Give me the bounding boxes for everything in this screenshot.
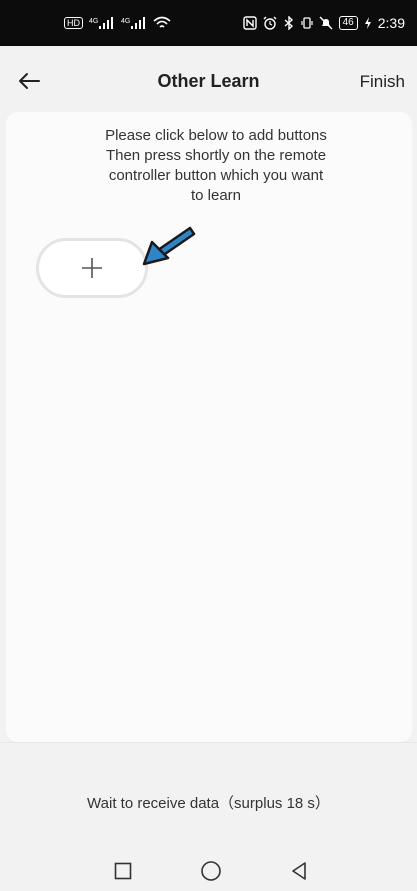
status-left: HD 4G 4G	[64, 13, 171, 33]
instruction-text: Please click below to add buttons Then p…	[66, 126, 366, 206]
mute-bell-icon	[319, 16, 333, 30]
plus-icon	[82, 258, 102, 278]
square-icon	[114, 862, 132, 880]
nfc-icon	[242, 16, 257, 30]
triangle-back-icon	[292, 862, 306, 880]
add-button[interactable]	[36, 238, 148, 298]
page-title: Other Learn	[157, 71, 260, 91]
instruction-line: controller button which you want	[108, 167, 324, 184]
receive-status-text: Wait to receive data（surplus 18 s）	[87, 795, 330, 812]
instruction-line: Then press shortly on the remote	[105, 147, 327, 164]
divider	[0, 742, 417, 743]
wifi-icon	[153, 16, 171, 30]
svg-text:4G: 4G	[89, 18, 98, 25]
instruction-line: to learn	[190, 187, 242, 204]
charging-icon	[364, 16, 372, 30]
learn-panel: Please click below to add buttons Then p…	[6, 112, 412, 742]
alarm-icon	[263, 16, 277, 30]
vibrate-icon	[301, 16, 313, 30]
cellular-signal-icon: 4G	[89, 16, 115, 30]
app-header: Other Learn Finish	[0, 46, 417, 112]
hd-badge: HD	[64, 17, 83, 29]
nav-back-button[interactable]	[286, 858, 312, 884]
status-bar: HD 4G 4G 46 2:39	[0, 0, 417, 46]
bluetooth-icon	[283, 16, 295, 30]
system-nav-bar	[0, 849, 417, 891]
recent-apps-button[interactable]	[110, 858, 136, 884]
finish-button[interactable]: Finish	[360, 72, 405, 92]
home-button[interactable]	[198, 858, 224, 884]
pointer-arrow-icon	[142, 226, 196, 266]
status-right: 46 2:39	[242, 12, 405, 34]
instruction-line: Please click below to add buttons	[105, 127, 327, 144]
cellular-signal-icon-2: 4G	[121, 16, 147, 30]
svg-text:4G: 4G	[121, 18, 130, 25]
clock-time: 2:39	[377, 15, 405, 31]
circle-icon	[201, 861, 221, 881]
battery-icon: 46	[338, 16, 358, 30]
